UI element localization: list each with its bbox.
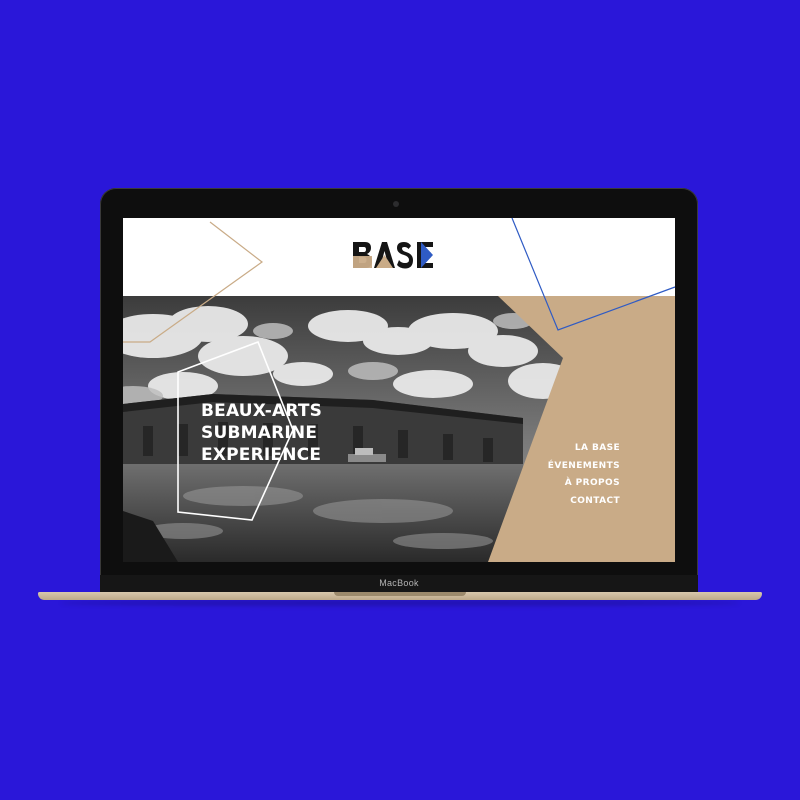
nav-item-evenements[interactable]: ÉVENEMENTS [548, 458, 620, 476]
laptop-shadow [60, 600, 740, 606]
site-logo[interactable] [351, 240, 435, 270]
laptop-notch [334, 592, 466, 596]
hero-title-line-2: SUBMARINE [201, 423, 318, 443]
nav-item-contact[interactable]: CONTACT [548, 493, 620, 511]
hero-title-line-1: BEAUX-ARTS [201, 401, 323, 421]
hero-title: BEAUX-ARTS SUBMARINE EXPERIENCE [201, 400, 322, 466]
brand-label: MacBook [379, 578, 419, 588]
screen: BEAUX-ARTS SUBMARINE EXPERIENCE LA BASE … [123, 218, 675, 562]
main-nav: LA BASE ÉVENEMENTS À PROPOS CONTACT [548, 440, 620, 510]
nav-item-a-propos[interactable]: À PROPOS [548, 475, 620, 493]
camera-icon [393, 201, 399, 207]
hero-title-line-3: EXPERIENCE [201, 445, 322, 465]
nav-item-la-base[interactable]: LA BASE [548, 440, 620, 458]
logo-mark-icon [353, 242, 433, 269]
